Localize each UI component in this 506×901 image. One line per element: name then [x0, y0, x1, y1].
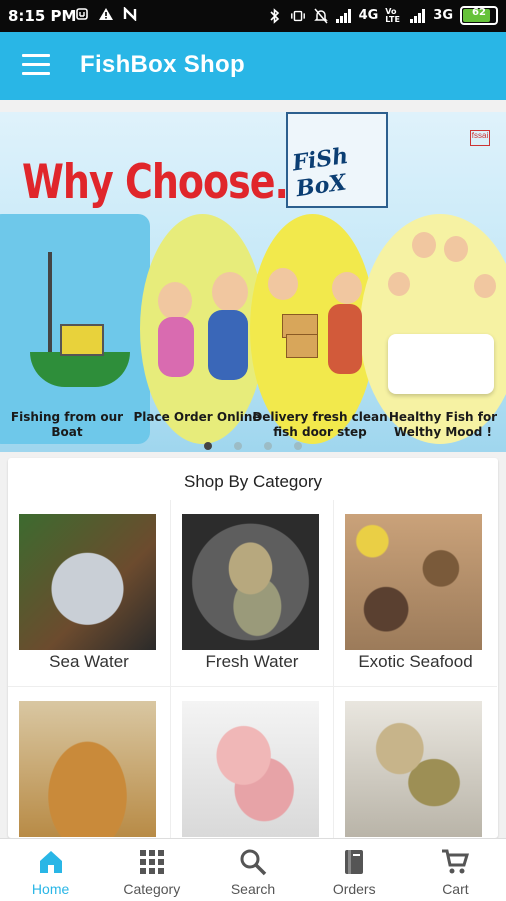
category-image [182, 701, 319, 837]
hamburger-menu-icon[interactable] [22, 54, 50, 76]
category-image [19, 514, 156, 650]
family-illustration [474, 274, 496, 298]
signal-icon [335, 8, 352, 24]
network-4g: 4G [358, 8, 379, 23]
volte-label: Vo LTE [385, 6, 400, 24]
usb-icon [74, 6, 90, 22]
nav-home[interactable]: Home [0, 839, 101, 901]
step-caption: Healthy Fish for Welthy Mood ! [388, 410, 498, 439]
status-time: 8:15 PM [8, 7, 77, 25]
n-notification-icon [122, 6, 138, 22]
nav-label: Category [123, 881, 181, 897]
bottom-navigation: Home Category Search Orders Cart [0, 838, 506, 901]
battery-percent: 62 [472, 7, 486, 18]
nav-label: Search [230, 881, 276, 897]
cart-icon [440, 847, 470, 877]
shop-by-category-card: Shop By Category Sea Water Fresh Water E… [8, 458, 498, 874]
nav-label: Home [31, 881, 70, 897]
nav-search[interactable]: Search [202, 839, 303, 901]
customer-illustration [332, 272, 362, 304]
search-icon [238, 847, 268, 877]
family-illustration [444, 236, 468, 262]
carousel-dot[interactable] [204, 442, 212, 450]
mute-icon [313, 8, 329, 24]
person-illustration [158, 282, 192, 320]
nav-label: Cart [442, 881, 469, 897]
category-tile-fresh-water[interactable]: Fresh Water [171, 500, 334, 687]
app-title: FishBox Shop [80, 51, 245, 78]
family-illustration [388, 272, 410, 296]
carousel-dot[interactable] [264, 442, 272, 450]
app-bar: FishBox Shop [0, 32, 506, 100]
customer-illustration [328, 304, 362, 374]
category-tile-sea-water[interactable]: Sea Water [8, 500, 171, 687]
network-3g: 3G [433, 8, 453, 23]
category-image [345, 701, 482, 837]
category-image [182, 514, 319, 650]
status-bar: 8:15 PM 4G Vo LTE 3G 62 [0, 0, 506, 32]
delivery-box [286, 334, 318, 358]
person-illustration [212, 272, 248, 312]
dining-table [388, 334, 494, 394]
boat-mast [48, 252, 52, 352]
nav-cart[interactable]: Cart [405, 839, 506, 901]
nav-orders[interactable]: Orders [304, 839, 405, 901]
step-caption: Fishing from our Boat [10, 410, 124, 439]
battery-icon: 62 [460, 6, 498, 25]
category-label: Sea Water [49, 652, 129, 671]
bluetooth-icon [267, 7, 283, 24]
nav-category[interactable]: Category [101, 839, 202, 901]
carousel-dot[interactable] [294, 442, 302, 450]
vibrate-icon [290, 8, 306, 24]
step-caption: Place Order Online [133, 410, 261, 424]
person-illustration [158, 317, 194, 377]
fishbox-logo: FiSh BoX [286, 112, 388, 208]
step-caption: Delivery fresh clean fish door step [252, 410, 388, 439]
person-illustration [208, 310, 248, 380]
category-image [345, 514, 482, 650]
category-label: Exotic Seafood [358, 652, 473, 671]
nav-label: Orders [332, 881, 376, 897]
category-grid: Sea Water Fresh Water Exotic Seafood [8, 500, 498, 874]
grid-icon [137, 847, 167, 877]
category-label: Fresh Water [205, 652, 299, 671]
warning-icon [98, 6, 114, 22]
signal-icon [410, 8, 426, 24]
category-image [19, 701, 156, 837]
category-tile-exotic-seafood[interactable]: Exotic Seafood [334, 500, 497, 687]
logo-text: FiSh BoX [290, 142, 350, 203]
home-icon [36, 847, 66, 877]
promo-banner-carousel[interactable]: Why Choose...? FiSh BoX fssai Fishing fr… [0, 112, 506, 452]
family-illustration [412, 232, 436, 258]
book-icon [339, 847, 369, 877]
section-heading: Shop By Category [184, 472, 322, 491]
carousel-dot[interactable] [234, 442, 242, 450]
fssai-badge: fssai [470, 130, 490, 146]
delivery-person-illustration [268, 268, 298, 300]
carousel-indicator [0, 442, 506, 450]
